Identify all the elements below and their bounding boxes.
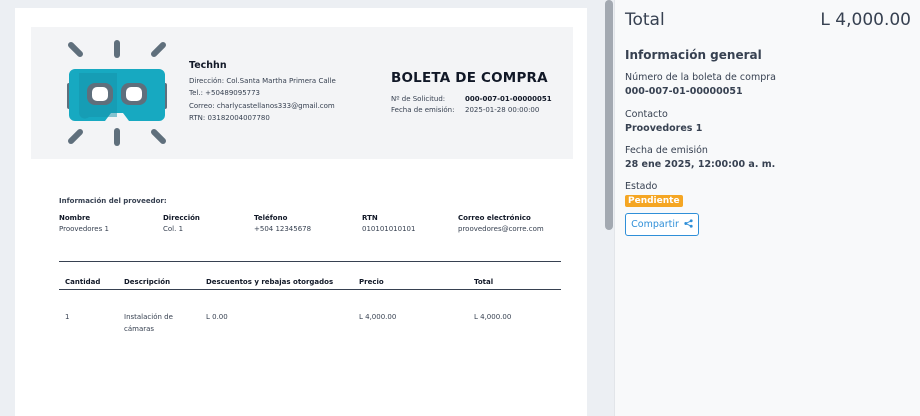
field-value: Proovedores 1 — [625, 123, 703, 134]
issue-date-field: Fecha de emisión 28 ene 2025, 12:00:00 a… — [625, 145, 775, 170]
provider-col-header: RTN — [362, 214, 378, 222]
table-header-quantity: Cantidad — [65, 278, 101, 286]
provider-address-col: Dirección Col. 1 — [163, 213, 200, 235]
document-preview-pane: Techhn Dirección: Col.Santa Martha Prime… — [0, 0, 602, 416]
status-badge: Pendiente — [625, 195, 683, 207]
contact-field: Contacto Proovedores 1 — [625, 109, 702, 134]
provider-col-value: proovedores@corre.com — [458, 225, 544, 233]
table-header-price: Precio — [359, 278, 384, 286]
table-header-discounts: Descuentos y rebajas otorgados — [206, 278, 334, 286]
provider-col-value: Proovedores 1 — [59, 225, 109, 233]
row-total: L 4,000.00 — [474, 313, 512, 321]
total-row: Total L 4,000.00 — [625, 10, 911, 34]
provider-col-value: Col. 1 — [163, 225, 184, 233]
field-label: Contacto — [625, 109, 668, 120]
receipt-number-field: Número de la boleta de compra 000-007-01… — [625, 72, 776, 97]
row-description-line: Instalación de — [124, 313, 173, 321]
company-phone: +50489095773 — [205, 89, 261, 98]
provider-col-header: Dirección — [163, 214, 200, 222]
share-icon — [684, 218, 693, 231]
provider-section-title: Información del proveedor: — [59, 197, 167, 205]
row-description: Instalación de cámaras — [124, 312, 173, 335]
vr-headset-logo-icon — [61, 39, 173, 147]
status-field: Estado Pendiente — [625, 181, 683, 207]
company-info: Techhn Dirección: Col.Santa Martha Prime… — [189, 60, 336, 125]
table-header-total: Total — [474, 278, 494, 286]
share-button[interactable]: Compartir — [625, 213, 699, 236]
company-name: Techhn — [189, 60, 227, 71]
issue-date-label: Fecha de emisión: — [391, 106, 455, 114]
field-value: 28 ene 2025, 12:00:00 a. m. — [625, 159, 776, 170]
field-label: Número de la boleta de compra — [625, 72, 776, 83]
table-top-rule — [59, 261, 561, 262]
provider-col-header: Nombre — [59, 214, 91, 222]
details-sidebar: Total L 4,000.00 Información general Núm… — [614, 0, 920, 416]
row-price: L 4,000.00 — [359, 313, 397, 321]
row-discount: L 0.00 — [206, 313, 228, 321]
receipt-document: Techhn Dirección: Col.Santa Martha Prime… — [15, 8, 587, 416]
table-header-rule — [59, 289, 561, 290]
total-label: Total — [625, 10, 665, 30]
request-number: 000-007-01-00000051 — [465, 95, 552, 103]
request-number-label: Nº de Solicitud: — [391, 95, 446, 103]
phone-label: Tel.: — [189, 89, 203, 98]
issue-date: 2025-01-28 00:00:00 — [465, 106, 540, 114]
rtn-label: RTN: — [189, 114, 206, 123]
general-info-title: Información general — [625, 48, 762, 62]
company-rtn: 03182004007780 — [207, 114, 270, 123]
receipt-header: Techhn Dirección: Col.Santa Martha Prime… — [31, 27, 573, 159]
status-label: Estado — [625, 181, 658, 192]
provider-name-col: Nombre Proovedores 1 — [59, 213, 109, 235]
company-address: Col.Santa Martha Primera Calle — [226, 76, 336, 85]
provider-col-header: Teléfono — [254, 214, 288, 222]
document-title: BOLETA DE COMPRA — [391, 70, 548, 86]
provider-col-header: Correo electrónico — [458, 214, 531, 222]
document-meta: Nº de Solicitud: 000-007-01-00000051 Fech… — [391, 95, 552, 117]
provider-phone-col: Teléfono +504 12345678 — [254, 213, 311, 235]
preview-scrollbar[interactable] — [605, 0, 613, 416]
provider-rtn-col: RTN 010101010101 — [362, 213, 415, 235]
row-quantity: 1 — [65, 313, 70, 321]
scrollbar-thumb[interactable] — [605, 0, 613, 230]
field-value: 000-007-01-00000051 — [625, 86, 743, 97]
provider-email-col: Correo electrónico proovedores@corre.com — [458, 213, 544, 235]
share-button-label: Compartir — [631, 219, 679, 230]
provider-col-value: 010101010101 — [362, 225, 416, 233]
field-label: Fecha de emisión — [625, 145, 708, 156]
company-email: charlycastellanos333@gmail.com — [216, 101, 335, 110]
table-header-description: Descripción — [124, 278, 171, 286]
email-label: Correo: — [189, 101, 215, 110]
address-label: Dirección: — [189, 76, 225, 85]
row-description-line: cámaras — [124, 324, 155, 333]
provider-col-value: +504 12345678 — [254, 225, 312, 233]
total-amount: L 4,000.00 — [820, 10, 911, 30]
